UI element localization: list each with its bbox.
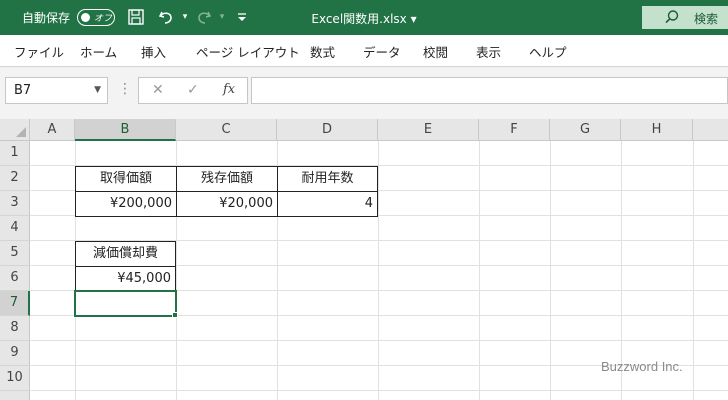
tab-view[interactable]: 表示 — [476, 42, 501, 61]
search-icon — [664, 9, 680, 25]
title-bar: 自動保存 オフ ▾ ▾ Excel関数用.xlsx ▾ 検索 — [0, 0, 728, 35]
tab-page-layout[interactable]: ページ レイアウト — [196, 42, 300, 61]
tab-data[interactable]: データ — [363, 42, 401, 61]
cell-c2[interactable]: 残存価額 — [176, 166, 278, 192]
tab-help[interactable]: ヘルプ — [529, 42, 567, 61]
formula-bar: B7 ▼ ⋮ ✕ ✓ fx — [0, 67, 728, 119]
autosave-label: 自動保存 — [22, 11, 71, 25]
name-box[interactable]: B7 ▼ — [5, 77, 108, 104]
cell-c3[interactable]: ¥20,000 — [176, 191, 278, 217]
row-header-8[interactable]: 8 — [0, 316, 30, 341]
file-name-caret-icon[interactable]: ▾ — [411, 12, 417, 26]
search-label: 検索 — [694, 12, 719, 26]
cell-d2[interactable]: 耐用年数 — [277, 166, 378, 192]
tab-review[interactable]: 校閲 — [423, 42, 448, 61]
worksheet-grid[interactable]: A B C D E F G H 1 2 3 4 5 6 7 8 9 10 取得価… — [0, 119, 728, 400]
cancel-icon[interactable]: ✕ — [152, 82, 164, 98]
column-header-b[interactable]: B — [75, 119, 176, 141]
redo-dropdown-icon[interactable]: ▾ — [212, 7, 232, 27]
fill-handle[interactable] — [172, 312, 178, 318]
toggle-knob — [81, 12, 90, 22]
search-box[interactable]: 検索 — [642, 6, 728, 29]
column-header-h[interactable]: H — [621, 119, 693, 141]
gridline — [30, 340, 728, 341]
column-header-d[interactable]: D — [277, 119, 378, 141]
tab-insert[interactable]: 挿入 — [141, 42, 166, 61]
undo-icon[interactable] — [156, 7, 176, 27]
ribbon-tabs: ファイル ホーム 挿入 ページ レイアウト 数式 データ 校閲 表示 ヘルプ — [0, 35, 728, 67]
cell-b3[interactable]: ¥200,000 — [75, 191, 177, 217]
column-header-c[interactable]: C — [176, 119, 277, 141]
gridline — [479, 141, 480, 400]
save-icon[interactable] — [126, 7, 146, 27]
select-all-button[interactable] — [0, 119, 30, 141]
column-header-f[interactable]: F — [479, 119, 550, 141]
tab-home[interactable]: ホーム — [80, 42, 117, 61]
row-header-4[interactable]: 4 — [0, 216, 30, 241]
row-header-6[interactable]: 6 — [0, 266, 30, 291]
undo-dropdown-icon[interactable]: ▾ — [175, 7, 195, 27]
gridline — [378, 141, 379, 400]
gridline — [30, 390, 728, 391]
column-header-g[interactable]: G — [550, 119, 621, 141]
file-name-label[interactable]: Excel関数用.xlsx — [311, 12, 406, 26]
cell-d3[interactable]: 4 — [277, 191, 378, 217]
column-header-e[interactable]: E — [378, 119, 479, 141]
cell-b6[interactable]: ¥45,000 — [75, 266, 176, 292]
row-header-9[interactable]: 9 — [0, 341, 30, 366]
column-header-a[interactable]: A — [30, 119, 75, 141]
name-box-dropdown-icon[interactable]: ▼ — [94, 85, 101, 95]
cell-b2[interactable]: 取得価額 — [75, 166, 177, 192]
row-header-1[interactable]: 1 — [0, 141, 30, 166]
formula-buttons: ✕ ✓ fx — [138, 77, 248, 104]
tab-file[interactable]: ファイル — [14, 42, 64, 61]
active-cell-b7[interactable] — [74, 290, 177, 317]
customize-qat-icon[interactable] — [232, 7, 252, 27]
row-header-5[interactable]: 5 — [0, 241, 30, 266]
name-box-value: B7 — [14, 83, 32, 98]
select-all-triangle-icon — [16, 127, 26, 137]
autosave-toggle[interactable]: オフ — [77, 9, 115, 26]
row-header-2[interactable]: 2 — [0, 166, 30, 191]
tab-formulas[interactable]: 数式 — [310, 42, 335, 61]
row-header-10[interactable]: 10 — [0, 366, 30, 391]
row-header-7[interactable]: 7 — [0, 291, 30, 316]
cell-b5[interactable]: 減価償却費 — [75, 241, 176, 267]
row-header-3[interactable]: 3 — [0, 191, 30, 216]
watermark: Buzzword Inc. — [601, 359, 683, 374]
formula-input[interactable] — [251, 77, 728, 104]
enter-icon[interactable]: ✓ — [187, 82, 199, 98]
column-header-overflow[interactable] — [693, 119, 728, 141]
redo-icon[interactable] — [194, 7, 214, 27]
insert-function-icon[interactable]: fx — [223, 82, 235, 97]
autosave-state: オフ — [94, 14, 113, 24]
formula-bar-grip-icon[interactable]: ⋮ — [118, 81, 132, 97]
gridline — [693, 141, 694, 400]
row-header-11[interactable] — [0, 391, 30, 400]
gridline — [550, 141, 551, 400]
